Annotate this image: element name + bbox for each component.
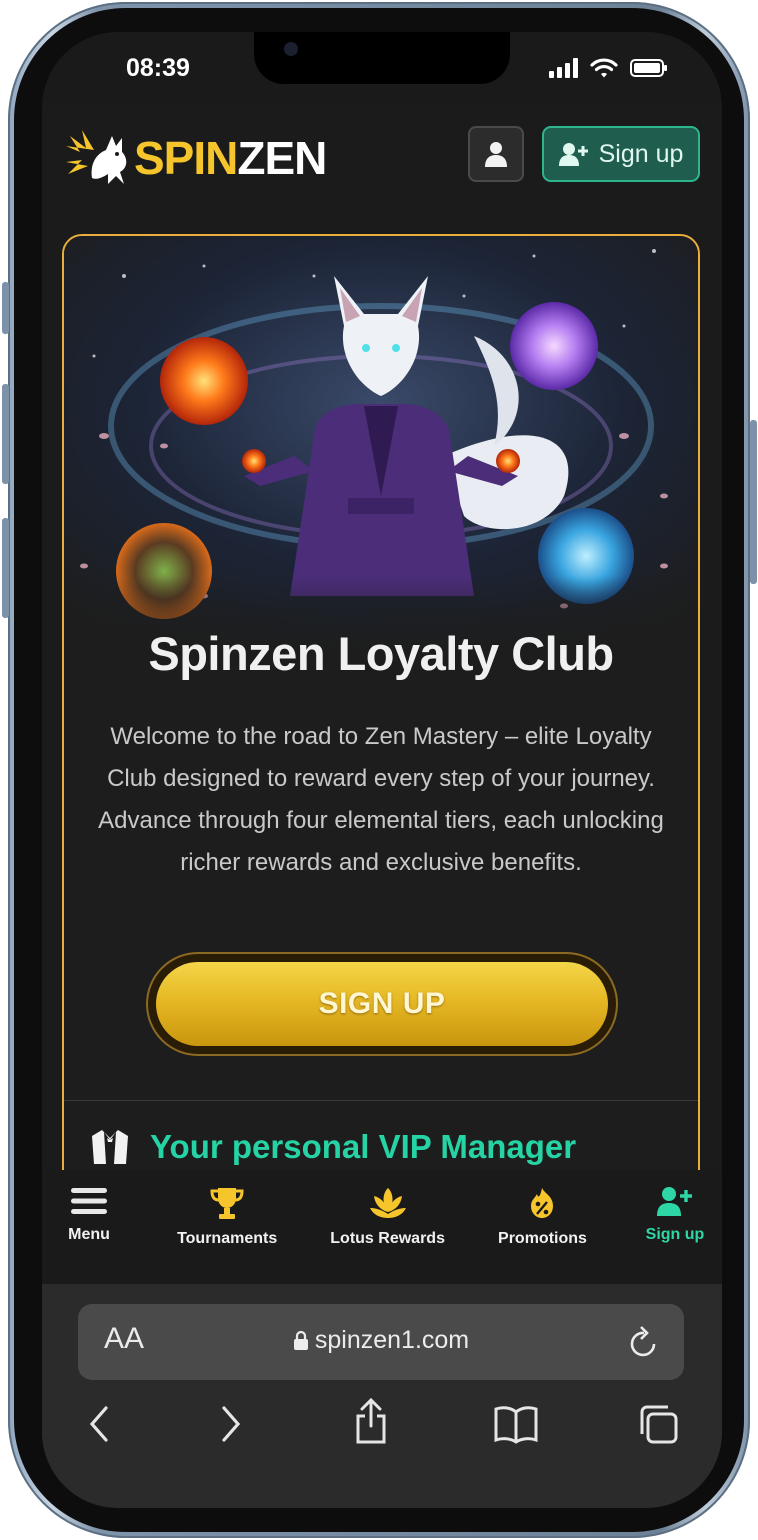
url-text: spinzen1.com (314, 1326, 470, 1354)
bottom-nav: Menu Tournaments Lotus Rewards Promotion… (42, 1170, 722, 1284)
browser-nav-tools (42, 1398, 722, 1464)
volume-down-button (2, 518, 9, 618)
header-signup-label: Sign up (598, 139, 684, 168)
reload-icon[interactable] (628, 1324, 660, 1360)
user-icon (485, 142, 507, 167)
nav-item-menu[interactable]: Menu (54, 1170, 124, 1284)
status-icons (549, 56, 667, 80)
fox-mage-hero-image (64, 236, 698, 656)
notch (254, 32, 510, 84)
bookmarks-icon[interactable] (494, 1404, 538, 1444)
percent-fire-icon (531, 1188, 554, 1218)
nav-label-tournaments: Tournaments (177, 1230, 278, 1247)
lock-icon (293, 1330, 308, 1350)
loyalty-card: Spinzen Loyalty Club Welcome to the road… (62, 234, 700, 1194)
site-header: SPIN ZEN Sign up (42, 106, 722, 206)
lotus-icon (369, 1188, 406, 1218)
nav-label-menu: Menu (68, 1226, 110, 1243)
login-button[interactable] (468, 126, 524, 182)
logo-text-zen: ZEN (237, 132, 327, 184)
vip-manager-title: Your personal VIP Manager (150, 1128, 577, 1165)
card-divider (64, 1100, 698, 1101)
trophy-icon (210, 1188, 244, 1219)
add-user-icon (656, 1187, 692, 1216)
nav-item-signup[interactable]: Sign up (640, 1170, 710, 1284)
power-button (750, 420, 757, 584)
logo-text-spin: SPIN (134, 132, 238, 184)
phone-screen: 08:39 SPIN ZEN Sign up Spinzen Loyalty C… (42, 32, 722, 1508)
add-user-icon (558, 143, 588, 166)
share-icon[interactable] (354, 1398, 388, 1444)
tuxedo-icon (92, 1130, 128, 1164)
status-bar: 08:39 (42, 32, 722, 106)
browser-toolbar: AA spinzen1.com (42, 1284, 722, 1508)
header-signup-button[interactable]: Sign up (542, 126, 700, 182)
nav-item-tournaments[interactable]: Tournaments (177, 1170, 277, 1284)
nav-item-promotions[interactable]: Promotions (498, 1170, 587, 1284)
battery-icon (630, 59, 667, 77)
forward-icon[interactable] (218, 1404, 242, 1444)
nav-label-lotus-rewards: Lotus Rewards (330, 1230, 445, 1247)
nav-label-promotions: Promotions (498, 1230, 587, 1247)
front-camera (284, 42, 298, 56)
mute-switch (2, 282, 9, 334)
nav-item-lotus-rewards[interactable]: Lotus Rewards (330, 1170, 445, 1284)
wifi-icon (590, 58, 618, 78)
menu-icon (71, 1188, 107, 1214)
vip-manager-heading: Your personal VIP Manager (90, 1128, 576, 1166)
signup-cta-button[interactable]: SIGN UP (146, 952, 618, 1056)
address-bar[interactable]: AA spinzen1.com (78, 1304, 684, 1380)
volume-up-button (2, 384, 9, 484)
back-icon[interactable] (88, 1404, 112, 1444)
nav-label-signup: Sign up (645, 1226, 705, 1243)
cellular-signal-icon (549, 58, 578, 78)
fox-logo-icon (66, 130, 127, 184)
spinzen-logo[interactable]: SPIN ZEN (62, 128, 327, 188)
url-display[interactable]: spinzen1.com (78, 1326, 684, 1355)
tabs-icon[interactable] (638, 1404, 680, 1444)
loyalty-club-description: Welcome to the road to Zen Mastery – eli… (98, 723, 664, 876)
loyalty-club-title: Spinzen Loyalty Club (148, 627, 614, 680)
signup-cta-label: SIGN UP (156, 962, 608, 1046)
status-time: 08:39 (126, 54, 190, 82)
main-content: Spinzen Loyalty Club Welcome to the road… (42, 206, 722, 1194)
